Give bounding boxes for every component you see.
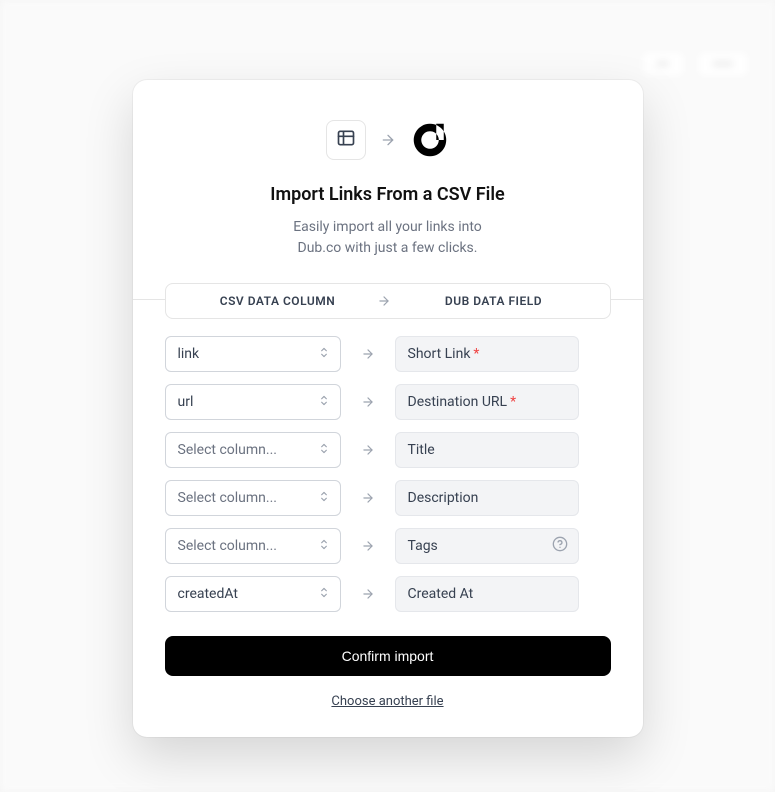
csv-column-select[interactable]: url (165, 384, 341, 420)
dub-logo-icon (410, 120, 450, 160)
modal-header: Import Links From a CSV File Easily impo… (133, 80, 643, 283)
modal-overlay: Import Links From a CSV File Easily impo… (0, 0, 775, 792)
dub-field-label: Description (395, 480, 579, 516)
arrow-right-icon (341, 491, 395, 505)
modal-actions: Confirm import Choose another file (133, 624, 643, 737)
select-value: createdAt (165, 576, 341, 612)
mapping-row: createdAt Created At (165, 576, 611, 612)
select-value: Select column... (165, 480, 341, 516)
choose-another-file: Choose another file (165, 690, 611, 709)
arrow-right-icon (341, 587, 395, 601)
csv-column-select[interactable]: Select column... (165, 432, 341, 468)
mapping-row: url Destination URL* (165, 384, 611, 420)
mapping-row: link Short Link* (165, 336, 611, 372)
dub-field-label: Destination URL* (395, 384, 579, 420)
csv-column-select[interactable]: Select column... (165, 528, 341, 564)
dub-field-header: DUB DATA FIELD (402, 294, 586, 308)
arrow-right-icon (341, 395, 395, 409)
mapping-section: link Short Link* url Destination URL* Select… (133, 300, 643, 612)
table-icon-box (326, 120, 366, 160)
dub-field-label: Title (395, 432, 579, 468)
dub-field-label: Tags (395, 528, 579, 564)
mapping-row: Select column... Description (165, 480, 611, 516)
table-icon (336, 128, 356, 152)
help-icon[interactable] (552, 536, 568, 556)
arrow-right-icon (341, 539, 395, 553)
modal-title: Import Links From a CSV File (165, 184, 611, 205)
confirm-import-button[interactable]: Confirm import (165, 636, 611, 676)
mapping-row: Select column... Title (165, 432, 611, 468)
arrow-right-icon (341, 347, 395, 361)
csv-column-select[interactable]: createdAt (165, 576, 341, 612)
csv-column-select[interactable]: link (165, 336, 341, 372)
select-value: link (165, 336, 341, 372)
dub-field-label: Created At (395, 576, 579, 612)
modal-subtitle: Easily import all your links into Dub.co… (165, 217, 611, 259)
required-indicator: * (510, 394, 516, 410)
import-csv-modal: Import Links From a CSV File Easily impo… (133, 80, 643, 737)
select-value: Select column... (165, 528, 341, 564)
arrow-right-icon (380, 132, 396, 148)
dub-field-label: Short Link* (395, 336, 579, 372)
arrow-right-icon (341, 443, 395, 457)
select-value: url (165, 384, 341, 420)
choose-another-file-link[interactable]: Choose another file (331, 694, 443, 709)
select-value: Select column... (165, 432, 341, 468)
column-header-bar: CSV DATA COLUMN DUB DATA FIELD (165, 283, 611, 319)
arrow-right-icon (366, 294, 402, 308)
icon-row (165, 120, 611, 160)
mapping-row: Select column... Tags (165, 528, 611, 564)
csv-column-select[interactable]: Select column... (165, 480, 341, 516)
csv-column-header: CSV DATA COLUMN (190, 294, 366, 308)
required-indicator: * (473, 346, 479, 362)
